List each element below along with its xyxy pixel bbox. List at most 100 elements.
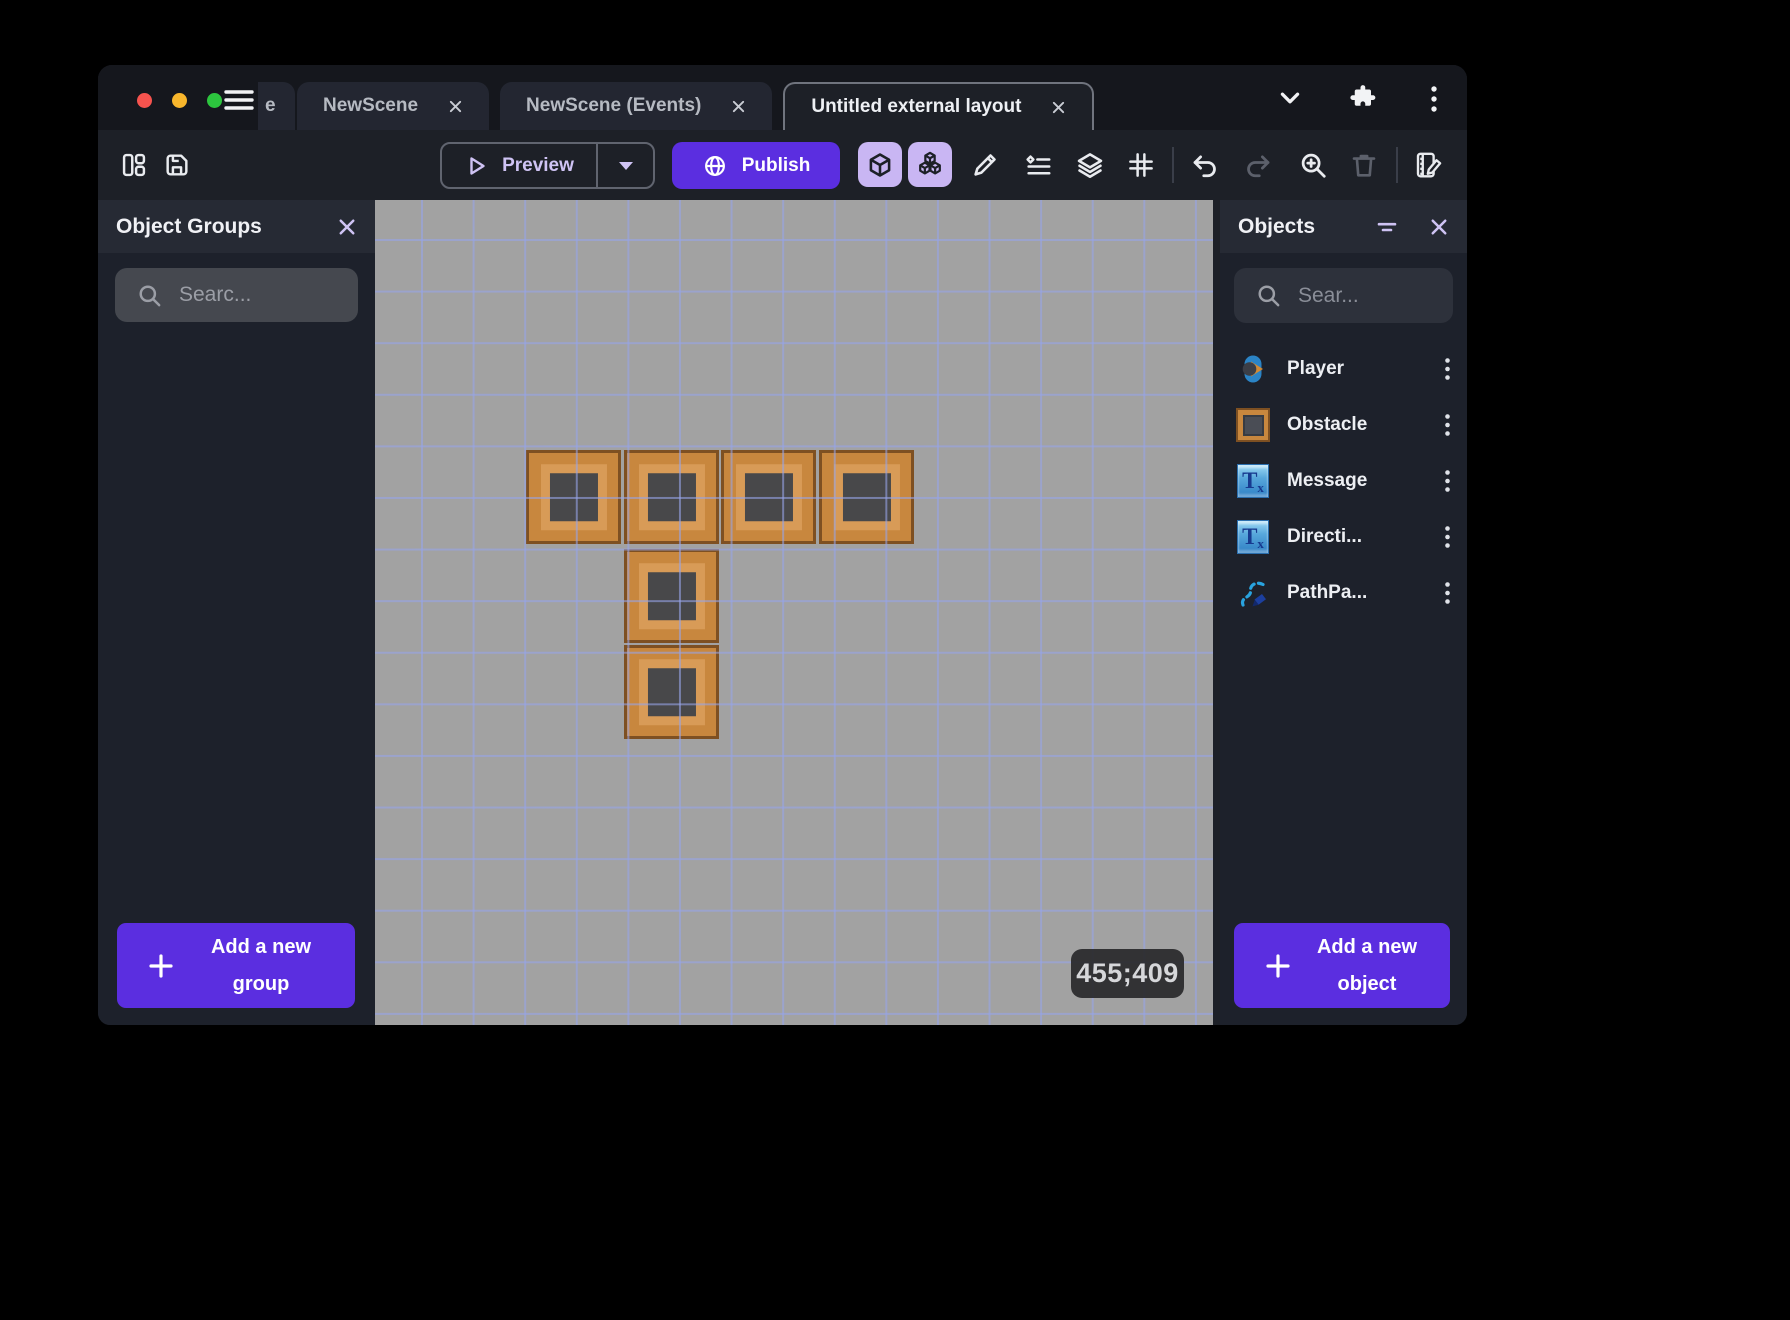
trash-icon[interactable] — [1347, 148, 1381, 182]
object-label: Obstacle — [1287, 414, 1367, 436]
plus-icon — [145, 950, 177, 982]
object-item-pathpa[interactable]: PathPa... — [1220, 565, 1467, 621]
screen: e NewScene NewScene (Events) Untitled exte… — [0, 0, 1790, 1320]
objects-list: PlayerObstacleTxMessageTxDirecti...PathP… — [1220, 341, 1467, 621]
filter-icon[interactable] — [1375, 215, 1399, 239]
object-groups-search-input[interactable] — [115, 268, 358, 322]
tab-partial[interactable]: e — [258, 82, 295, 130]
object-item-obstacle[interactable]: Obstacle — [1220, 397, 1467, 453]
scene-properties-icon[interactable] — [1411, 148, 1445, 182]
objects-panel: Objects PlayerObstacleTxMessageTxDirec — [1220, 200, 1467, 1025]
toolbar-divider — [1396, 147, 1398, 183]
tab-strip: NewScene NewScene (Events) Untitled extern… — [297, 82, 1094, 130]
crate-center — [549, 473, 597, 521]
grid-icon[interactable] — [1124, 148, 1158, 182]
crate-center — [647, 473, 695, 521]
objects-panel-toggle[interactable] — [858, 142, 902, 187]
tab-label: Untitled external layout — [811, 96, 1021, 118]
tab-untitled-external-layout[interactable]: Untitled external layout — [783, 82, 1094, 130]
tab-close-icon[interactable] — [448, 99, 463, 114]
tab-newscene-events[interactable]: NewScene (Events) — [500, 82, 772, 130]
tab-close-icon[interactable] — [1051, 100, 1066, 115]
traffic-lights — [137, 93, 222, 108]
tab-close-icon[interactable] — [731, 99, 746, 114]
object-item-directi[interactable]: Tx Directi... — [1220, 509, 1467, 565]
content-area: Object Groups — [98, 200, 1467, 1025]
preview-label: Preview — [502, 155, 574, 177]
close-panel-icon[interactable] — [1429, 217, 1449, 237]
undo-icon[interactable] — [1188, 148, 1222, 182]
crate-center — [647, 668, 695, 716]
preview-options-dropdown[interactable] — [596, 144, 653, 187]
main-menu-icon[interactable] — [223, 86, 255, 114]
titlebar: e NewScene NewScene (Events) Untitled exte… — [98, 65, 1467, 130]
object-label: Player — [1287, 358, 1344, 380]
zoom-in-icon[interactable] — [1296, 148, 1330, 182]
object-kebab-menu-icon[interactable] — [1440, 577, 1455, 609]
publish-button[interactable]: Publish — [672, 142, 840, 189]
object-kebab-menu-icon[interactable] — [1440, 465, 1455, 497]
plus-icon — [1262, 950, 1294, 982]
objects-title: Objects — [1238, 215, 1315, 239]
object-item-message[interactable]: TxMessage — [1220, 453, 1467, 509]
edit-pencil-icon[interactable] — [968, 148, 1002, 182]
save-icon[interactable] — [160, 148, 194, 182]
kebab-menu-icon[interactable] — [1429, 85, 1439, 118]
text-object-icon: Tx — [1236, 464, 1270, 498]
tab-label: NewScene — [323, 95, 418, 117]
object-label: PathPa... — [1287, 582, 1367, 604]
obstacle-instance[interactable] — [624, 645, 719, 739]
instances-panel-toggle[interactable] — [908, 142, 952, 187]
add-object-button[interactable]: Add a new object — [1234, 923, 1450, 1008]
obstacle-instance[interactable] — [721, 450, 816, 544]
close-window-button[interactable] — [137, 93, 152, 108]
play-icon — [464, 154, 488, 178]
object-kebab-menu-icon[interactable] — [1440, 409, 1455, 441]
obstacle-instance[interactable] — [624, 450, 719, 544]
publish-label: Publish — [742, 155, 811, 177]
objects-header: Objects — [1220, 200, 1467, 253]
add-group-button[interactable]: Add a new group — [117, 923, 355, 1008]
obstacle-instance[interactable] — [819, 450, 914, 544]
object-groups-panel: Object Groups — [98, 200, 375, 1025]
extensions-puzzle-icon[interactable] — [1348, 82, 1378, 117]
cubes-icon — [916, 151, 944, 179]
object-kebab-menu-icon[interactable] — [1440, 353, 1455, 385]
layers-icon[interactable] — [1073, 148, 1107, 182]
redo-icon[interactable] — [1241, 148, 1275, 182]
obstacle-icon — [1236, 408, 1270, 442]
scene-canvas[interactable]: 455;409 — [375, 200, 1213, 1025]
object-item-player[interactable]: Player — [1220, 341, 1467, 397]
path-paint-icon — [1236, 576, 1270, 610]
add-group-label: Add a new group — [177, 929, 345, 1003]
minimize-window-button[interactable] — [172, 93, 187, 108]
tab-newscene[interactable]: NewScene — [297, 82, 489, 130]
object-groups-search — [115, 268, 358, 322]
object-groups-header: Object Groups — [98, 200, 375, 253]
add-object-label: Add a new object — [1294, 929, 1440, 1003]
object-label: Directi... — [1287, 526, 1362, 548]
obstacle-instance[interactable] — [624, 549, 719, 643]
crate-center — [842, 473, 890, 521]
cursor-coordinates-badge: 455;409 — [1071, 949, 1184, 998]
object-kebab-menu-icon[interactable] — [1440, 521, 1455, 553]
instances-list-icon[interactable] — [1021, 148, 1055, 182]
objects-search-input[interactable] — [1234, 268, 1453, 323]
grid-overlay — [375, 200, 1213, 1025]
toggle-panels-icon[interactable] — [117, 148, 151, 182]
player-icon — [1236, 352, 1270, 386]
toolbar-divider — [1172, 147, 1174, 183]
gdevelop-window: e NewScene NewScene (Events) Untitled exte… — [98, 65, 1467, 1025]
obstacle-instance[interactable] — [526, 450, 621, 544]
preview-button[interactable]: Preview — [440, 142, 655, 189]
preview-button-main[interactable]: Preview — [442, 144, 596, 187]
tab-label: NewScene (Events) — [526, 95, 701, 117]
chevron-down-icon[interactable] — [1277, 85, 1303, 116]
globe-icon — [702, 153, 728, 179]
crate-center — [647, 572, 695, 620]
close-panel-icon[interactable] — [337, 217, 357, 237]
crate-center — [744, 473, 792, 521]
text-object-icon: Tx — [1236, 520, 1270, 554]
maximize-window-button[interactable] — [207, 93, 222, 108]
toolbar: Preview Publish — [98, 130, 1467, 200]
